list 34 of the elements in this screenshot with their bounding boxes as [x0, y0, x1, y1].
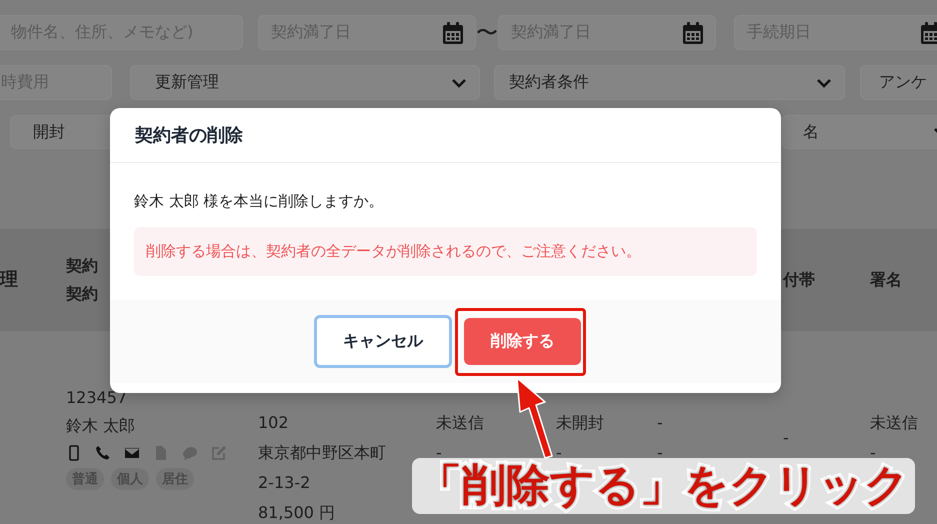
range-separator: 〜 [476, 20, 498, 48]
warning-alert: 削除する場合は、契約者の全データが削除されるので、ご注意ください。 [134, 227, 757, 276]
calendar-icon[interactable] [683, 22, 703, 44]
table-cell-text: 未送信 [870, 412, 918, 434]
table-cell-text: 未送信 [436, 412, 484, 434]
dialog-title: 契約者の削除 [135, 124, 243, 147]
chevron-down-icon [451, 78, 467, 88]
table-cell-text: 102 [258, 412, 289, 434]
contractor-name: 鈴木 太郎 [66, 415, 136, 437]
table-cell-text: 2-13-2 [258, 472, 310, 494]
chevron-down-icon [816, 78, 832, 88]
mobile-phone-icon[interactable] [66, 445, 82, 461]
column-header: 署名 [870, 269, 902, 291]
dialog-message: 鈴木 太郎 様を本当に削除しますか。 [134, 191, 385, 212]
annotation-caption: 「削除する」をクリック [412, 458, 915, 514]
column-header: 契約 [66, 283, 98, 305]
contractor-id: 123457 [66, 387, 128, 409]
calendar-icon[interactable] [443, 22, 463, 44]
calendar-icon[interactable] [921, 22, 937, 44]
delete-button[interactable]: 削除する [464, 318, 581, 365]
filter-button[interactable]: アンケ [860, 65, 937, 100]
table-cell-text: - [657, 412, 663, 434]
cancel-button[interactable]: キャンセル [314, 315, 452, 368]
select-dropdown[interactable]: 契約者条件 [494, 65, 845, 100]
phone-icon[interactable] [95, 445, 111, 461]
table-cell-text: 81,500 円 [258, 502, 336, 524]
column-header: 付帯 [783, 269, 815, 291]
select-dropdown[interactable]: 名 [782, 115, 937, 149]
mail-icon[interactable] [124, 445, 140, 461]
table-cell-text: - [783, 427, 789, 449]
table-cell-text: 未開封 [556, 412, 604, 434]
select-dropdown[interactable]: 更新管理 [130, 65, 480, 100]
table-cell-text: 東京都中野区本町 [258, 442, 386, 464]
column-header: 契約 [66, 255, 98, 277]
